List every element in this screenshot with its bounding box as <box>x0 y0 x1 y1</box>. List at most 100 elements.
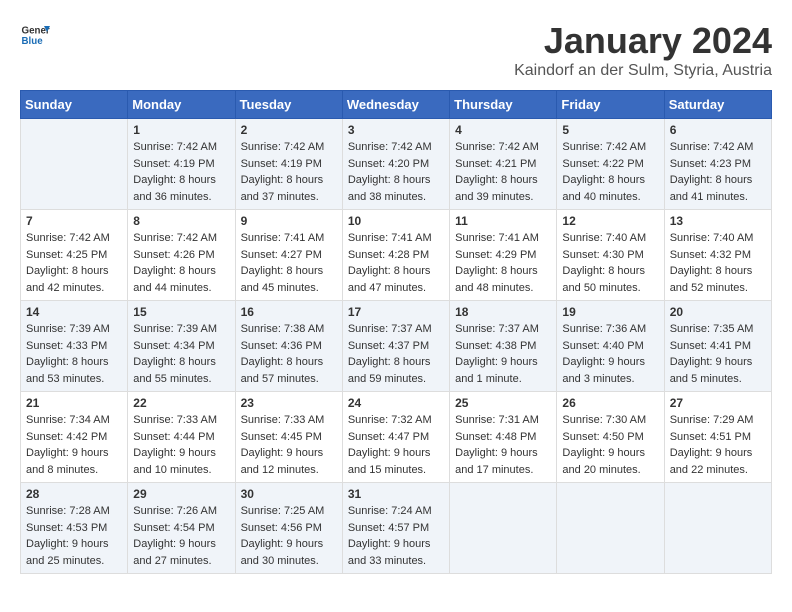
sunset: Sunset: 4:56 PM <box>241 522 322 534</box>
day-number: 7 <box>26 214 122 228</box>
day-number: 25 <box>455 396 551 410</box>
day-cell: 9 Sunrise: 7:41 AM Sunset: 4:27 PM Dayli… <box>235 210 342 301</box>
daylight: Daylight: 9 hours and 12 minutes. <box>241 447 324 476</box>
daylight: Daylight: 8 hours and 37 minutes. <box>241 174 324 203</box>
sunrise: Sunrise: 7:37 AM <box>348 323 432 335</box>
cell-info: Sunrise: 7:40 AM Sunset: 4:30 PM Dayligh… <box>562 230 658 296</box>
day-number: 17 <box>348 305 444 319</box>
day-cell: 16 Sunrise: 7:38 AM Sunset: 4:36 PM Dayl… <box>235 301 342 392</box>
daylight: Daylight: 8 hours and 42 minutes. <box>26 265 109 294</box>
cell-info: Sunrise: 7:31 AM Sunset: 4:48 PM Dayligh… <box>455 412 551 478</box>
day-cell: 12 Sunrise: 7:40 AM Sunset: 4:30 PM Dayl… <box>557 210 664 301</box>
cell-info: Sunrise: 7:40 AM Sunset: 4:32 PM Dayligh… <box>670 230 766 296</box>
day-cell: 31 Sunrise: 7:24 AM Sunset: 4:57 PM Dayl… <box>342 483 449 574</box>
sunrise: Sunrise: 7:42 AM <box>133 141 217 153</box>
sunrise: Sunrise: 7:42 AM <box>133 232 217 244</box>
sunrise: Sunrise: 7:39 AM <box>133 323 217 335</box>
sunrise: Sunrise: 7:33 AM <box>133 414 217 426</box>
daylight: Daylight: 9 hours and 10 minutes. <box>133 447 216 476</box>
column-header-thursday: Thursday <box>450 91 557 119</box>
week-row-5: 28 Sunrise: 7:28 AM Sunset: 4:53 PM Dayl… <box>21 483 772 574</box>
cell-info: Sunrise: 7:25 AM Sunset: 4:56 PM Dayligh… <box>241 503 337 569</box>
day-number: 10 <box>348 214 444 228</box>
daylight: Daylight: 8 hours and 55 minutes. <box>133 356 216 385</box>
daylight: Daylight: 9 hours and 33 minutes. <box>348 538 431 567</box>
sunset: Sunset: 4:33 PM <box>26 340 107 352</box>
day-number: 15 <box>133 305 229 319</box>
sunset: Sunset: 4:40 PM <box>562 340 643 352</box>
sunrise: Sunrise: 7:38 AM <box>241 323 325 335</box>
cell-info: Sunrise: 7:24 AM Sunset: 4:57 PM Dayligh… <box>348 503 444 569</box>
sunset: Sunset: 4:51 PM <box>670 431 751 443</box>
sunset: Sunset: 4:19 PM <box>241 158 322 170</box>
sunrise: Sunrise: 7:42 AM <box>562 141 646 153</box>
sunset: Sunset: 4:29 PM <box>455 249 536 261</box>
sunrise: Sunrise: 7:28 AM <box>26 505 110 517</box>
day-number: 21 <box>26 396 122 410</box>
cell-info: Sunrise: 7:41 AM Sunset: 4:27 PM Dayligh… <box>241 230 337 296</box>
sunrise: Sunrise: 7:39 AM <box>26 323 110 335</box>
sunset: Sunset: 4:19 PM <box>133 158 214 170</box>
sunrise: Sunrise: 7:36 AM <box>562 323 646 335</box>
calendar-table: SundayMondayTuesdayWednesdayThursdayFrid… <box>20 90 772 574</box>
cell-info: Sunrise: 7:42 AM Sunset: 4:26 PM Dayligh… <box>133 230 229 296</box>
sunrise: Sunrise: 7:40 AM <box>562 232 646 244</box>
header-row: SundayMondayTuesdayWednesdayThursdayFrid… <box>21 91 772 119</box>
cell-info: Sunrise: 7:33 AM Sunset: 4:44 PM Dayligh… <box>133 412 229 478</box>
day-cell <box>557 483 664 574</box>
sunset: Sunset: 4:36 PM <box>241 340 322 352</box>
daylight: Daylight: 9 hours and 1 minute. <box>455 356 538 385</box>
cell-info: Sunrise: 7:38 AM Sunset: 4:36 PM Dayligh… <box>241 321 337 387</box>
week-row-2: 7 Sunrise: 7:42 AM Sunset: 4:25 PM Dayli… <box>21 210 772 301</box>
main-title: January 2024 <box>514 20 772 62</box>
header: General Blue January 2024 Kaindorf an de… <box>20 20 772 80</box>
sunset: Sunset: 4:27 PM <box>241 249 322 261</box>
day-number: 29 <box>133 487 229 501</box>
column-header-sunday: Sunday <box>21 91 128 119</box>
daylight: Daylight: 8 hours and 48 minutes. <box>455 265 538 294</box>
daylight: Daylight: 8 hours and 38 minutes. <box>348 174 431 203</box>
cell-info: Sunrise: 7:32 AM Sunset: 4:47 PM Dayligh… <box>348 412 444 478</box>
day-number: 2 <box>241 123 337 137</box>
cell-info: Sunrise: 7:42 AM Sunset: 4:19 PM Dayligh… <box>241 139 337 205</box>
subtitle: Kaindorf an der Sulm, Styria, Austria <box>514 62 772 80</box>
day-cell: 27 Sunrise: 7:29 AM Sunset: 4:51 PM Dayl… <box>664 392 771 483</box>
cell-info: Sunrise: 7:35 AM Sunset: 4:41 PM Dayligh… <box>670 321 766 387</box>
logo-icon: General Blue <box>20 20 50 50</box>
day-number: 6 <box>670 123 766 137</box>
day-cell <box>664 483 771 574</box>
sunrise: Sunrise: 7:34 AM <box>26 414 110 426</box>
column-header-friday: Friday <box>557 91 664 119</box>
day-cell: 22 Sunrise: 7:33 AM Sunset: 4:44 PM Dayl… <box>128 392 235 483</box>
daylight: Daylight: 9 hours and 25 minutes. <box>26 538 109 567</box>
day-cell <box>21 119 128 210</box>
sunrise: Sunrise: 7:31 AM <box>455 414 539 426</box>
daylight: Daylight: 8 hours and 57 minutes. <box>241 356 324 385</box>
sunrise: Sunrise: 7:42 AM <box>670 141 754 153</box>
day-number: 19 <box>562 305 658 319</box>
sunrise: Sunrise: 7:37 AM <box>455 323 539 335</box>
day-cell: 4 Sunrise: 7:42 AM Sunset: 4:21 PM Dayli… <box>450 119 557 210</box>
daylight: Daylight: 8 hours and 50 minutes. <box>562 265 645 294</box>
day-number: 13 <box>670 214 766 228</box>
cell-info: Sunrise: 7:42 AM Sunset: 4:22 PM Dayligh… <box>562 139 658 205</box>
sunset: Sunset: 4:48 PM <box>455 431 536 443</box>
week-row-3: 14 Sunrise: 7:39 AM Sunset: 4:33 PM Dayl… <box>21 301 772 392</box>
daylight: Daylight: 8 hours and 44 minutes. <box>133 265 216 294</box>
sunrise: Sunrise: 7:42 AM <box>455 141 539 153</box>
cell-info: Sunrise: 7:36 AM Sunset: 4:40 PM Dayligh… <box>562 321 658 387</box>
cell-info: Sunrise: 7:41 AM Sunset: 4:29 PM Dayligh… <box>455 230 551 296</box>
cell-info: Sunrise: 7:42 AM Sunset: 4:25 PM Dayligh… <box>26 230 122 296</box>
day-cell: 20 Sunrise: 7:35 AM Sunset: 4:41 PM Dayl… <box>664 301 771 392</box>
title-area: January 2024 Kaindorf an der Sulm, Styri… <box>514 20 772 80</box>
sunset: Sunset: 4:21 PM <box>455 158 536 170</box>
day-number: 30 <box>241 487 337 501</box>
daylight: Daylight: 9 hours and 8 minutes. <box>26 447 109 476</box>
sunset: Sunset: 4:37 PM <box>348 340 429 352</box>
sunrise: Sunrise: 7:33 AM <box>241 414 325 426</box>
sunrise: Sunrise: 7:26 AM <box>133 505 217 517</box>
day-cell: 24 Sunrise: 7:32 AM Sunset: 4:47 PM Dayl… <box>342 392 449 483</box>
day-cell: 8 Sunrise: 7:42 AM Sunset: 4:26 PM Dayli… <box>128 210 235 301</box>
sunset: Sunset: 4:44 PM <box>133 431 214 443</box>
day-cell: 1 Sunrise: 7:42 AM Sunset: 4:19 PM Dayli… <box>128 119 235 210</box>
